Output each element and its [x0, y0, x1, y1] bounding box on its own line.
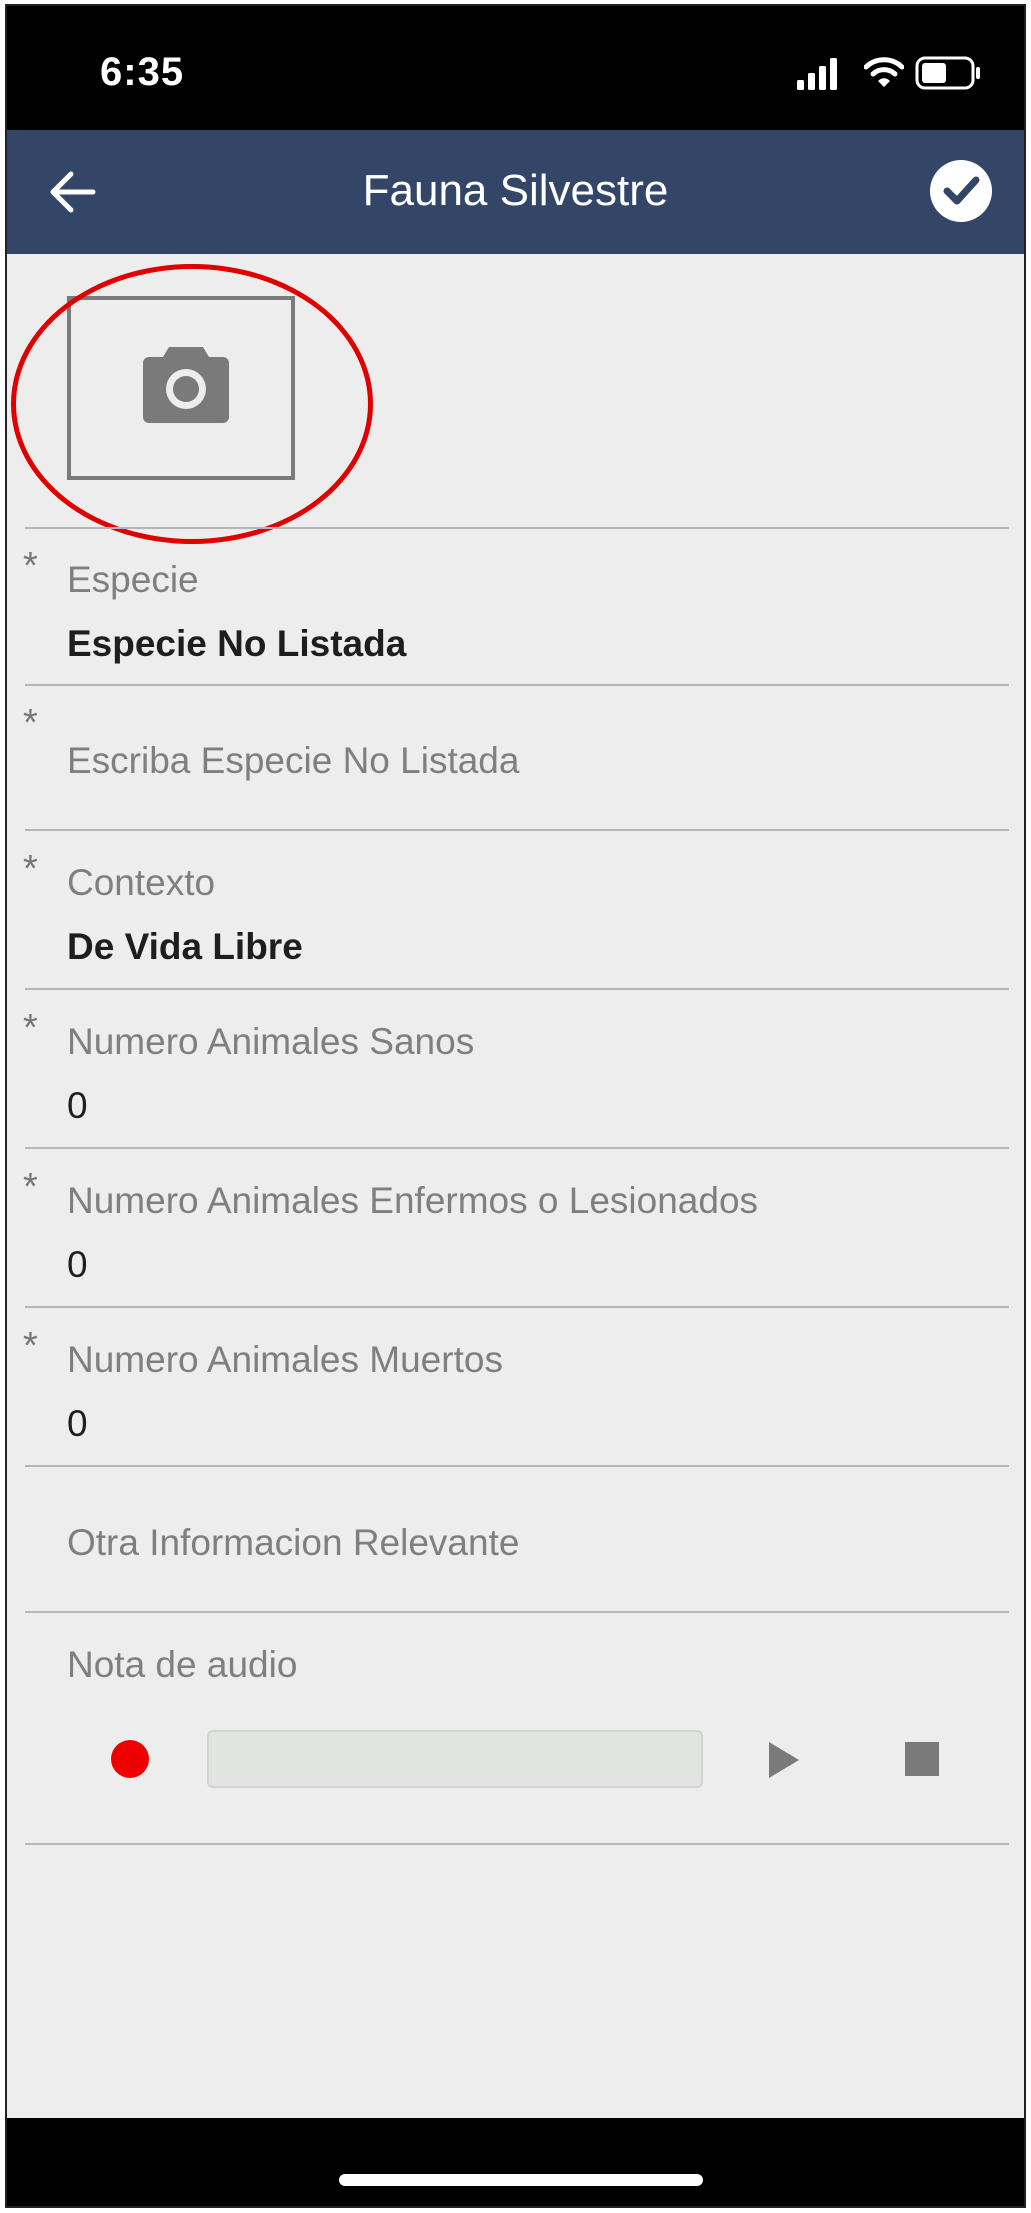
audio-note-label: Nota de audio [67, 1644, 298, 1685]
play-button[interactable] [769, 1742, 799, 1778]
field-placeholder: Escriba Especie No Listada [67, 740, 520, 781]
confirm-button[interactable] [930, 160, 992, 222]
field-especie-no-listada[interactable]: * Escriba Especie No Listada [7, 696, 1024, 838]
wifi-icon [864, 57, 904, 87]
field-otra-informacion[interactable]: Otra Informacion Relevante [7, 1478, 1024, 1620]
divider [25, 1843, 1009, 1845]
required-marker: * [23, 545, 38, 587]
divider [25, 1306, 1009, 1308]
page-title: Fauna Silvestre [362, 166, 669, 215]
divider [25, 527, 1009, 529]
record-button[interactable] [111, 1740, 149, 1778]
field-label: Especie [67, 559, 199, 600]
field-animales-sanos[interactable]: * Numero Animales Sanos 0 [7, 1001, 1024, 1159]
field-value: De Vida Libre [67, 926, 303, 967]
divider [25, 829, 1009, 831]
field-label: Numero Animales Enfermos o Lesionados [67, 1180, 759, 1221]
phone-frame: 6:35 Fauna Silvestre * Especie Especie N… [5, 4, 1026, 2208]
required-marker: * [23, 1325, 38, 1367]
audio-note-section: Nota de audio [7, 1624, 1024, 1685]
app-header: Fauna Silvestre [7, 130, 1024, 254]
field-label: Numero Animales Muertos [67, 1339, 503, 1380]
field-contexto[interactable]: * Contexto De Vida Libre [7, 842, 1024, 1000]
battery-icon [915, 56, 980, 90]
audio-progress-bar[interactable] [207, 1730, 703, 1788]
status-time: 6:35 [100, 50, 185, 94]
field-label: Contexto [67, 862, 216, 903]
check-icon [943, 176, 980, 205]
field-value: 0 [67, 1403, 88, 1444]
field-value: 0 [67, 1085, 88, 1126]
field-especie[interactable]: * Especie Especie No Listada [7, 539, 1024, 697]
required-marker: * [23, 1007, 38, 1049]
field-animales-muertos[interactable]: * Numero Animales Muertos 0 [7, 1319, 1024, 1477]
required-marker: * [23, 848, 38, 890]
field-animales-enfermos[interactable]: * Numero Animales Enfermos o Lesionados … [7, 1160, 1024, 1318]
cellular-signal-icon [797, 58, 837, 90]
divider [25, 988, 1009, 990]
highlight-circle [11, 264, 373, 544]
field-value: 0 [67, 1244, 88, 1285]
stop-button[interactable] [905, 1742, 939, 1776]
field-label: Numero Animales Sanos [67, 1021, 475, 1062]
divider [25, 1465, 1009, 1467]
required-marker: * [23, 1166, 38, 1208]
required-marker: * [23, 702, 38, 744]
form-content: * Especie Especie No Listada * Escriba E… [7, 254, 1024, 2118]
divider [25, 1147, 1009, 1149]
field-value: Especie No Listada [67, 623, 407, 664]
status-bar: 6:35 [7, 6, 1024, 130]
divider [25, 684, 1009, 686]
home-indicator [339, 2174, 703, 2186]
divider [25, 1611, 1009, 1613]
field-placeholder: Otra Informacion Relevante [67, 1522, 520, 1563]
